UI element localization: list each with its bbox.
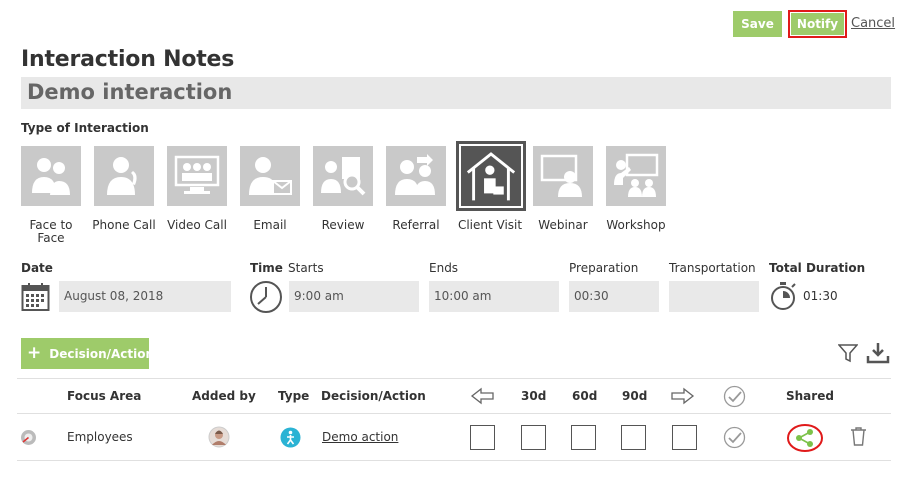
type-face-to-face-button[interactable] — [21, 146, 81, 206]
preparation-field[interactable]: 00:30 — [569, 281, 659, 312]
arrow-left-icon — [470, 387, 494, 405]
email-icon — [249, 157, 292, 195]
workshop-icon — [614, 153, 659, 197]
type-client-visit-button[interactable] — [456, 141, 526, 211]
arrow-right-icon — [671, 387, 695, 405]
col-decision-action: Decision/Action — [321, 389, 426, 403]
checkbox-before[interactable] — [470, 425, 495, 450]
avatar — [208, 426, 230, 448]
header-bottom-border — [17, 413, 891, 414]
type-label-referral: Referral — [392, 218, 440, 232]
starts-field[interactable]: 9:00 am — [289, 281, 419, 312]
type-video-call-button[interactable] — [167, 146, 227, 206]
webinar-icon — [540, 154, 582, 197]
client-visit-icon — [466, 152, 516, 201]
interaction-name-text: Demo interaction — [27, 80, 233, 104]
type-label-video-call: Video Call — [167, 218, 227, 232]
complete-check-button[interactable] — [723, 426, 746, 449]
notify-button[interactable]: Notify — [791, 13, 844, 35]
total-duration-label: Total Duration — [769, 261, 866, 275]
type-phone-call-button[interactable] — [94, 146, 154, 206]
col-shared: Shared — [786, 389, 834, 403]
col-added-by: Added by — [192, 389, 256, 403]
clock-icon — [250, 281, 282, 313]
time-label: Time — [250, 261, 283, 275]
save-button[interactable]: Save — [733, 11, 782, 37]
type-label-workshop: Workshop — [606, 218, 666, 232]
col-90d: 90d — [622, 389, 648, 403]
type-label-phone-call: Phone Call — [92, 218, 156, 232]
trash-icon[interactable] — [850, 426, 867, 446]
cancel-link[interactable]: Cancel — [851, 16, 895, 31]
col-60d: 60d — [572, 389, 598, 403]
type-workshop-button[interactable] — [606, 146, 666, 206]
referral-icon — [395, 154, 435, 195]
transportation-label: Transportation — [669, 261, 756, 275]
notify-highlight: Notify — [788, 10, 847, 38]
col-30d: 30d — [521, 389, 547, 403]
phone-call-icon — [107, 157, 137, 195]
starts-label: Starts — [288, 261, 324, 275]
plus-icon: + — [27, 343, 42, 363]
type-label-client-visit: Client Visit — [457, 218, 523, 232]
type-webinar-button[interactable] — [533, 146, 593, 206]
interaction-name-field[interactable]: Demo interaction — [21, 77, 891, 109]
date-field[interactable]: August 08, 2018 — [59, 281, 231, 312]
type-of-interaction-label: Type of Interaction — [21, 121, 149, 135]
ends-field[interactable]: 10:00 am — [429, 281, 559, 312]
date-label: Date — [21, 261, 53, 275]
type-label-email: Email — [253, 218, 287, 232]
add-decision-action-label: Decision/Action — [49, 346, 155, 361]
checkbox-60d[interactable] — [571, 425, 596, 450]
checkbox-30d[interactable] — [521, 425, 546, 450]
filter-icon[interactable] — [838, 343, 858, 363]
stopwatch-icon — [771, 282, 796, 310]
type-label-face-to-face: Face to Face — [29, 218, 73, 245]
review-icon — [321, 157, 366, 196]
col-type: Type — [278, 389, 310, 403]
download-icon[interactable] — [866, 342, 890, 364]
checkbox-90d[interactable] — [621, 425, 646, 450]
table-top-border — [17, 378, 891, 379]
preparation-label: Preparation — [569, 261, 639, 275]
share-icon[interactable] — [786, 422, 824, 454]
type-referral-button[interactable] — [386, 146, 446, 206]
type-label-review: Review — [321, 218, 365, 232]
decision-action-link[interactable]: Demo action — [322, 430, 398, 444]
row-bottom-border — [17, 460, 891, 461]
focus-area-value: Employees — [67, 430, 133, 444]
add-decision-action-button[interactable]: + Decision/Action — [21, 338, 154, 369]
type-label-webinar: Webinar — [538, 218, 588, 232]
transportation-field[interactable] — [669, 281, 759, 312]
total-duration-value: 01:30 — [803, 289, 838, 303]
ends-label: Ends — [429, 261, 459, 275]
focus-area-icon — [21, 430, 36, 445]
video-call-icon — [174, 155, 220, 194]
type-review-button[interactable] — [313, 146, 373, 206]
type-person-icon — [280, 427, 301, 448]
col-focus-area: Focus Area — [67, 389, 142, 403]
complete-check-icon — [723, 385, 746, 408]
calendar-icon[interactable] — [21, 282, 50, 312]
checkbox-after[interactable] — [672, 425, 697, 450]
type-email-button[interactable] — [240, 146, 300, 206]
page-title: Interaction Notes — [21, 47, 235, 72]
face-to-face-icon — [32, 158, 70, 195]
